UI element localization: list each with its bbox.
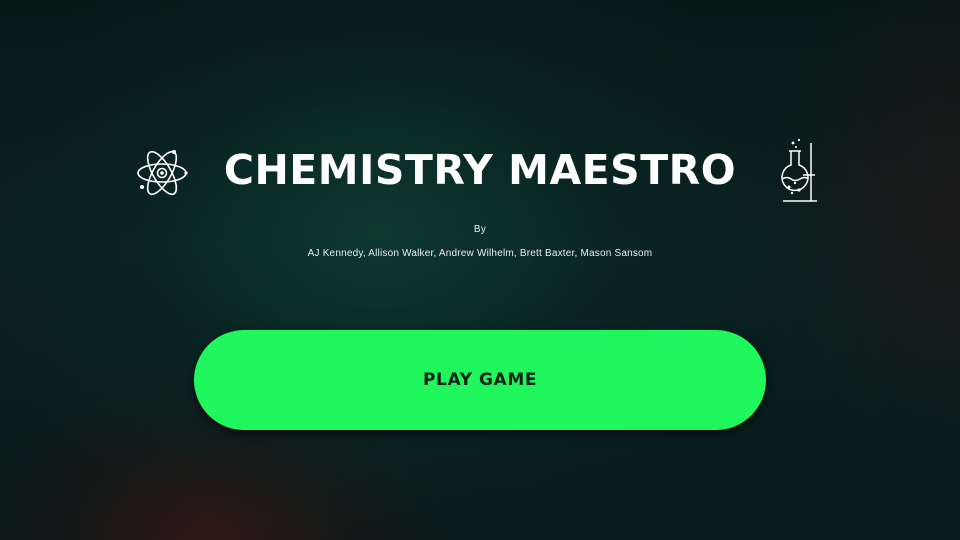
flask-icon [781, 138, 817, 202]
game-title: CHEMISTRY MAESTRO [223, 146, 737, 194]
play-game-label: PLAY GAME [422, 370, 538, 390]
play-game-button[interactable]: PLAY GAME [194, 330, 766, 430]
by-label: By [473, 224, 487, 235]
atom-icon [137, 150, 188, 196]
title-row: CHEMISTRY MAESTRO [0, 135, 960, 205]
title-screen: CHEMISTRY MAESTRO By AJ Kennedy, Allison… [0, 0, 960, 540]
authors-list: AJ Kennedy, Allison Walker, Andrew Wilhe… [307, 248, 653, 259]
